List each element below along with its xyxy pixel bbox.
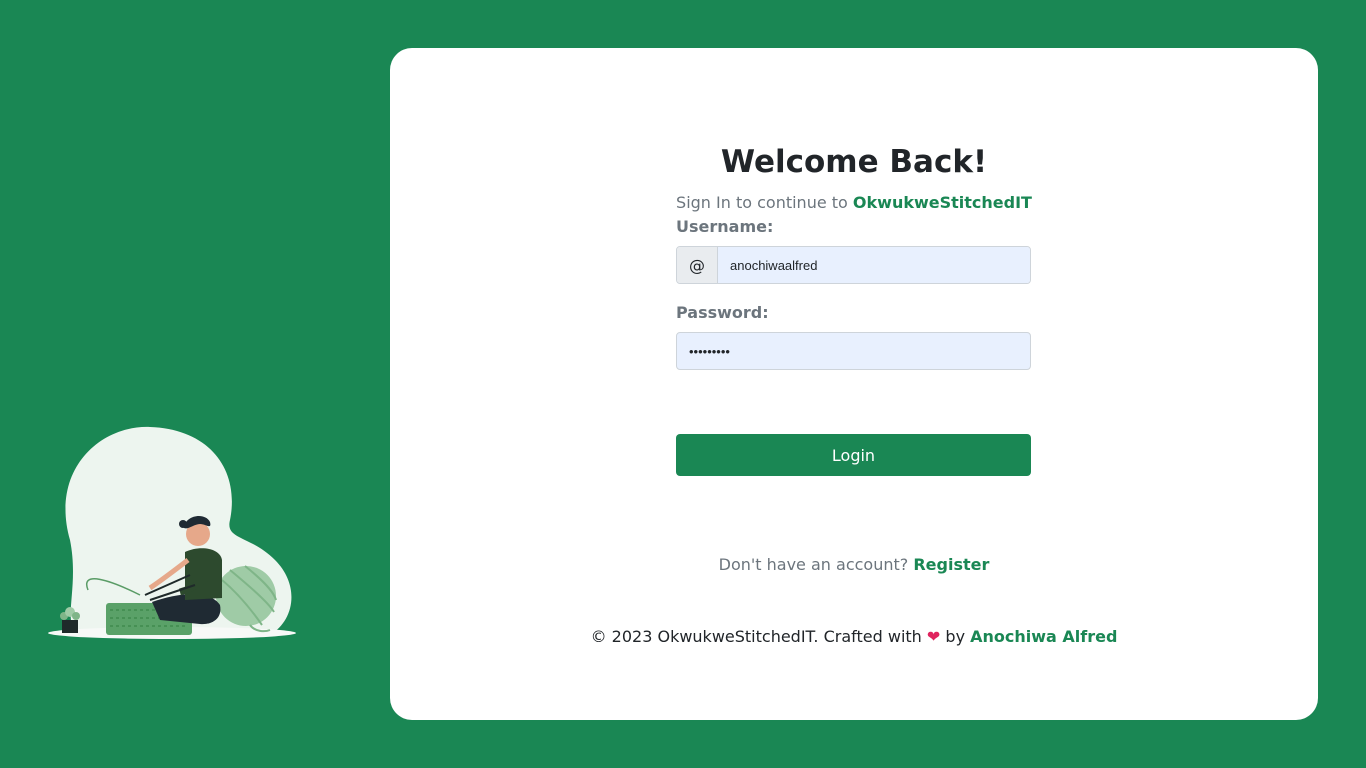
copyright-text: © 2023 OkwukweStitchedIT. Crafted with: [590, 627, 922, 646]
footer: © 2023 OkwukweStitchedIT. Crafted with ❤…: [390, 627, 1318, 646]
heart-icon: ❤: [926, 627, 941, 646]
login-button[interactable]: Login: [676, 434, 1031, 476]
register-prompt: Don't have an account? Register: [390, 555, 1318, 574]
by-text: by: [945, 627, 966, 646]
username-input[interactable]: [718, 247, 1030, 283]
username-input-group: @: [676, 246, 1031, 284]
password-input[interactable]: [676, 332, 1031, 370]
knitting-illustration: [40, 420, 310, 650]
page-title: Welcome Back!: [720, 144, 988, 180]
subtitle-text: Sign In to continue to: [676, 193, 848, 212]
brand-name: OkwukweStitchedIT: [852, 193, 1032, 212]
login-card: Welcome Back! Sign In to continue to Okw…: [390, 48, 1318, 720]
page-subtitle: Sign In to continue to OkwukweStitchedIT: [390, 193, 1318, 212]
author-link[interactable]: Anochiwa Alfred: [970, 627, 1117, 646]
username-label: Username:: [676, 217, 774, 236]
password-label: Password:: [676, 303, 769, 322]
at-sign-icon: @: [677, 247, 718, 283]
register-link[interactable]: Register: [913, 555, 989, 574]
register-prompt-text: Don't have an account?: [718, 555, 909, 574]
